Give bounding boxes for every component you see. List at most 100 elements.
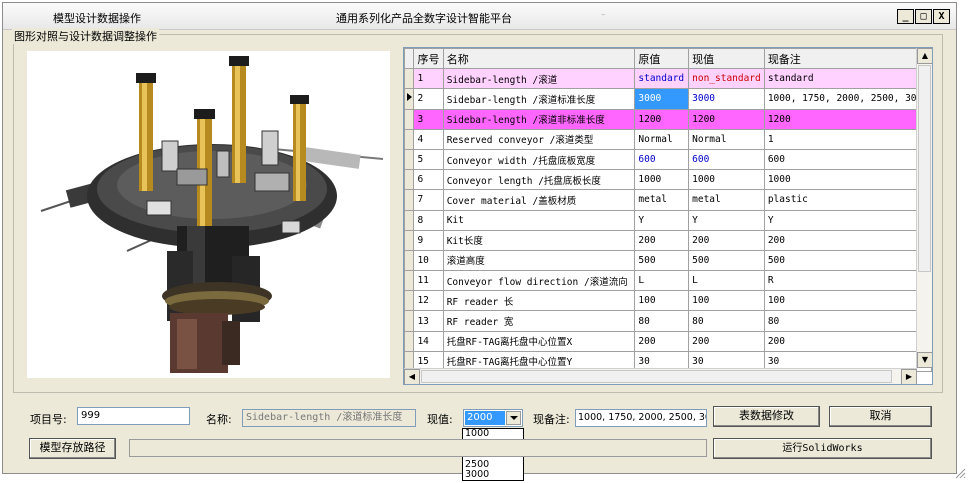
cell-no[interactable]: 4 <box>413 128 444 150</box>
scroll-right-icon[interactable]: ▶ <box>901 369 917 384</box>
cell-original[interactable]: 80 <box>634 310 690 332</box>
cell-note[interactable]: 1000 <box>763 169 932 191</box>
row-header[interactable] <box>404 330 415 352</box>
table-row[interactable]: 13 RF reader 宽 80 80 80 <box>404 310 932 332</box>
cell-no[interactable]: 14 <box>413 330 444 352</box>
cell-name[interactable]: Kit <box>442 209 636 231</box>
cell-original[interactable]: 3000 <box>634 88 690 110</box>
design-data-grid[interactable]: 序号 名称 原值 现值 现备注 1 Sidebar-length /滚道 stand… <box>403 47 933 385</box>
cell-no[interactable]: 11 <box>413 270 444 292</box>
row-header[interactable] <box>404 209 415 231</box>
cell-original[interactable]: 600 <box>634 148 690 171</box>
table-row[interactable]: 9 Kit长度 200 200 200 <box>404 229 932 251</box>
cell-note[interactable]: 200 <box>763 330 932 352</box>
note-field[interactable]: 1000, 1750, 2000, 2500, 3000 <box>575 409 707 427</box>
row-header[interactable] <box>404 290 415 312</box>
column-header-name[interactable]: 名称 <box>442 48 636 70</box>
cell-current[interactable]: 500 <box>688 249 765 272</box>
cell-original[interactable]: 1200 <box>634 108 690 130</box>
cell-note[interactable]: 1 <box>763 128 932 150</box>
cell-current[interactable]: 100 <box>688 290 765 312</box>
row-header[interactable] <box>404 88 415 110</box>
cell-no[interactable]: 3 <box>413 108 444 130</box>
cell-name[interactable]: RF reader 长 <box>442 290 636 312</box>
scroll-left-icon[interactable]: ◀ <box>404 369 420 384</box>
horizontal-scroll-thumb[interactable] <box>421 370 892 383</box>
cell-current[interactable]: 1200 <box>688 108 765 130</box>
cell-name[interactable]: RF reader 宽 <box>442 310 636 332</box>
column-header-original[interactable]: 原值 <box>634 48 690 70</box>
table-row[interactable]: 10 滚道高度 500 500 500 <box>404 249 932 272</box>
vertical-scroll-thumb[interactable] <box>918 65 931 272</box>
modify-table-button[interactable]: 表数据修改 <box>713 406 820 427</box>
cell-no[interactable]: 6 <box>413 169 444 191</box>
row-header[interactable] <box>404 310 415 332</box>
horizontal-scrollbar[interactable]: ◀ ▶ <box>404 368 917 384</box>
cell-no[interactable]: 8 <box>413 209 444 231</box>
table-row[interactable]: 1 Sidebar-length /滚道 standard non_standard s… <box>404 68 932 90</box>
column-header-no[interactable]: 序号 <box>413 48 444 70</box>
column-header-note[interactable]: 现备注 <box>763 48 932 70</box>
table-row[interactable]: 14 托盘RF-TAG离托盘中心位置X 200 200 200 <box>404 330 932 352</box>
table-row[interactable]: 8 Kit Y Y Y <box>404 209 932 231</box>
cell-note[interactable]: Y <box>763 209 932 231</box>
scroll-down-icon[interactable]: ▼ <box>917 352 932 368</box>
run-solidworks-button[interactable]: 运行SolidWorks <box>713 438 932 459</box>
cell-current[interactable]: L <box>688 270 765 292</box>
project-number-input[interactable]: 999 <box>77 407 190 425</box>
cell-no[interactable]: 9 <box>413 229 444 251</box>
cell-name[interactable]: 托盘RF-TAG离托盘中心位置X <box>442 330 636 352</box>
scroll-up-icon[interactable]: ▲ <box>917 48 932 64</box>
cell-original[interactable]: Y <box>634 209 690 231</box>
cell-no[interactable]: 13 <box>413 310 444 332</box>
cell-no[interactable]: 2 <box>413 88 444 110</box>
model-path-button[interactable]: 模型存放路径 <box>29 438 116 459</box>
row-header[interactable] <box>404 229 415 251</box>
cell-note[interactable]: standard <box>763 68 932 90</box>
cell-note[interactable]: 80 <box>763 310 932 332</box>
table-row[interactable]: 11 Conveyor flow direction /滚道流向 L L R <box>404 270 932 292</box>
cell-original[interactable]: L <box>634 270 690 292</box>
cell-note[interactable]: 200 <box>763 229 932 251</box>
cell-name[interactable]: Sidebar-length /滚道 <box>442 68 636 90</box>
maximize-button[interactable]: □ <box>915 9 932 24</box>
cell-name[interactable]: Cover material /盖板材质 <box>442 189 636 211</box>
cell-no[interactable]: 5 <box>413 148 444 171</box>
chevron-down-icon[interactable] <box>506 411 521 425</box>
row-header[interactable] <box>404 270 415 292</box>
cell-name[interactable]: Conveyor length /托盘底板长度 <box>442 169 636 191</box>
cell-current[interactable]: 3000 <box>688 88 765 110</box>
row-header[interactable] <box>404 169 415 191</box>
minimize-button[interactable]: _ <box>897 9 914 24</box>
cell-name[interactable]: Kit长度 <box>442 229 636 251</box>
row-header[interactable] <box>404 108 415 130</box>
cell-note[interactable]: 1200 <box>763 108 932 130</box>
cell-current[interactable]: 200 <box>688 229 765 251</box>
cell-original[interactable]: 500 <box>634 249 690 272</box>
table-row[interactable]: 2 Sidebar-length /滚道标准长度 3000 3000 1000, 175… <box>404 88 932 110</box>
row-header[interactable] <box>404 148 415 171</box>
cell-note[interactable]: 1000, 1750, 2000, 2500, 3000 <box>763 88 932 110</box>
cell-note[interactable]: 500 <box>763 249 932 272</box>
row-header[interactable] <box>404 249 415 272</box>
cell-original[interactable]: 200 <box>634 229 690 251</box>
row-header[interactable] <box>404 189 415 211</box>
cell-name[interactable]: Sidebar-length /滚道标准长度 <box>442 88 636 110</box>
table-row[interactable]: 4 Reserved conveyor /滚道类型 Normal Normal 1 <box>404 128 932 150</box>
cell-current[interactable]: 200 <box>688 330 765 352</box>
cell-original[interactable]: standard <box>634 68 690 90</box>
dropdown-option[interactable]: 3000 <box>463 469 523 480</box>
cell-no[interactable]: 12 <box>413 290 444 312</box>
cell-current[interactable]: Y <box>688 209 765 231</box>
cell-original[interactable]: metal <box>634 189 690 211</box>
cell-current[interactable]: 80 <box>688 310 765 332</box>
row-header[interactable] <box>404 68 415 90</box>
cell-note[interactable]: plastic <box>763 189 932 211</box>
cell-original[interactable]: 100 <box>634 290 690 312</box>
resize-grip-icon[interactable] <box>954 467 966 479</box>
table-row[interactable]: 7 Cover material /盖板材质 metal metal plastic <box>404 189 932 211</box>
close-button[interactable]: X <box>933 9 950 24</box>
cell-no[interactable]: 1 <box>413 68 444 90</box>
model-path-field[interactable] <box>129 439 707 457</box>
column-header-current[interactable]: 现值 <box>688 48 765 70</box>
